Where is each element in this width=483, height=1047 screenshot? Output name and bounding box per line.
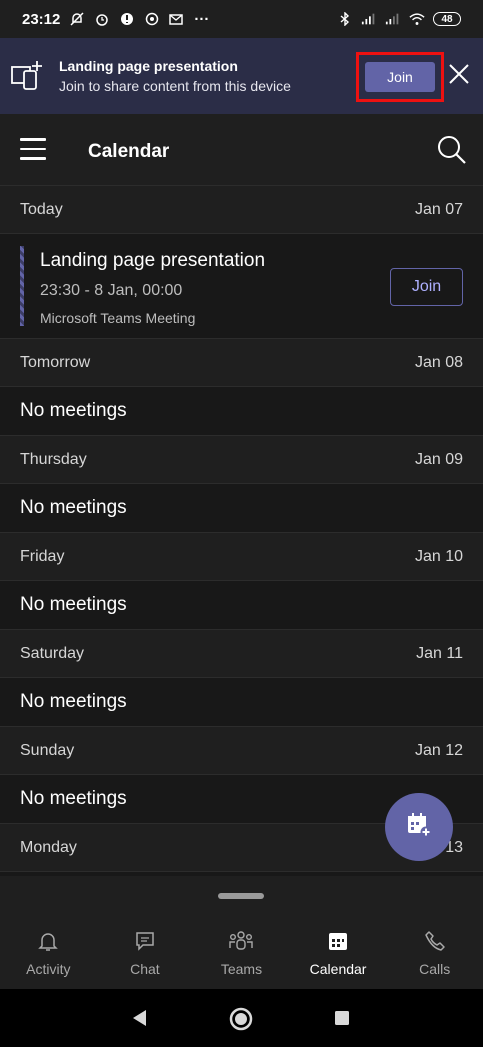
nav-item-activity[interactable]: Activity: [0, 916, 97, 989]
no-meetings-text: No meetings: [0, 387, 483, 436]
new-meeting-button[interactable]: [385, 793, 453, 861]
day-label: Tomorrow: [20, 353, 91, 371]
day-label: Sunday: [20, 741, 75, 759]
nav-item-chat[interactable]: Chat: [97, 916, 194, 989]
no-meetings-text: No meetings: [0, 581, 483, 630]
more-notifications: ···: [194, 10, 210, 28]
wifi-icon: [409, 11, 425, 27]
mute-icon: [69, 11, 85, 27]
back-icon[interactable]: [130, 1008, 148, 1033]
day-date: Jan 09: [414, 450, 463, 468]
calendar-add-icon: [405, 811, 433, 844]
drag-handle[interactable]: [218, 893, 264, 899]
meeting-type: Microsoft Teams Meeting: [40, 310, 196, 326]
signal-roaming-icon: [385, 11, 401, 27]
status-time: 23:12: [22, 10, 61, 28]
day-label: Monday: [20, 838, 77, 856]
meeting-title: Landing page presentation: [40, 250, 266, 271]
day-date: Jan 08: [414, 353, 463, 371]
alarm-icon: [94, 11, 110, 27]
whatsapp-icon: [144, 11, 160, 27]
system-nav-bar: [0, 989, 483, 1047]
calendar-icon: [327, 930, 349, 955]
nav-label: Chat: [130, 961, 160, 977]
nav-item-calendar[interactable]: Calendar: [290, 916, 387, 989]
battery-icon: 48: [433, 12, 461, 26]
search-icon[interactable]: [436, 134, 468, 171]
day-date: Jan 10: [414, 547, 463, 565]
banner-subtitle: Join to share content from this device: [59, 78, 291, 94]
day-header-today: Today Jan 07: [0, 186, 483, 234]
nav-label: Teams: [220, 961, 263, 977]
day-label: Today: [20, 200, 63, 218]
status-bar: 23:12 ··· 48: [0, 0, 483, 38]
nav-label: Activity: [26, 961, 71, 977]
menu-icon[interactable]: [20, 138, 48, 162]
nav-item-calls[interactable]: Calls: [386, 916, 483, 989]
day-header-thursday: Thursday Jan 09: [0, 436, 483, 484]
meeting-join-button[interactable]: Join: [390, 268, 463, 306]
nav-label: Calls: [419, 961, 451, 977]
mail-icon: [169, 11, 185, 27]
day-label: Saturday: [20, 644, 85, 662]
day-header-tomorrow: Tomorrow Jan 08: [0, 339, 483, 387]
teams-icon: [228, 930, 254, 955]
bell-icon: [37, 930, 59, 955]
close-icon[interactable]: [447, 62, 471, 86]
recents-icon[interactable]: [333, 1009, 351, 1032]
bottom-sheet-handle-area: [0, 876, 483, 916]
bottom-nav: Activity Chat Teams Calendar Calls: [0, 916, 483, 989]
day-label: Thursday: [20, 450, 87, 468]
meeting-time: 23:30 - 8 Jan, 00:00: [40, 282, 183, 299]
day-date: Jan 07: [414, 200, 463, 218]
home-icon[interactable]: [228, 1006, 254, 1037]
signal-icon: [361, 11, 377, 27]
meeting-item[interactable]: Landing page presentation 23:30 - 8 Jan,…: [0, 234, 483, 339]
banner-join-button[interactable]: Join: [365, 62, 435, 92]
no-meetings-text: No meetings: [0, 678, 483, 727]
page-title: Calendar: [88, 141, 170, 162]
day-header-friday: Friday Jan 10: [0, 533, 483, 581]
nav-label: Calendar: [309, 961, 367, 977]
highlight-box: Join: [356, 52, 444, 102]
day-date: Jan 12: [414, 741, 463, 759]
no-meetings-text: No meetings: [0, 484, 483, 533]
day-label: Friday: [20, 547, 65, 565]
day-date: Jan 11: [416, 644, 463, 662]
bluetooth-icon: [337, 11, 353, 27]
device-share-icon: [10, 59, 44, 93]
nav-item-teams[interactable]: Teams: [193, 916, 290, 989]
meeting-color-bar: [20, 246, 24, 326]
banner-title: Landing page presentation: [59, 58, 238, 74]
app-bar: Calendar: [0, 114, 483, 186]
chat-icon: [134, 930, 156, 955]
day-header-sunday: Sunday Jan 12: [0, 727, 483, 775]
phone-icon: [424, 930, 446, 955]
day-header-saturday: Saturday Jan 11: [0, 630, 483, 678]
shield-icon: [119, 11, 135, 27]
share-banner: Landing page presentation Join to share …: [0, 38, 483, 114]
